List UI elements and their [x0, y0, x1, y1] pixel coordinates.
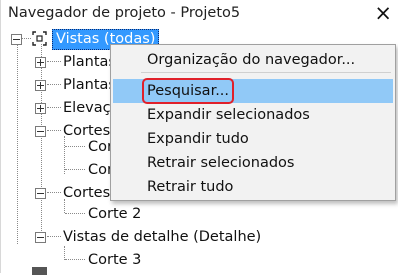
tree-node[interactable]: Corte 3 [1, 249, 161, 272]
project-browser-panel: Navegador de projeto - Projeto5 × Vistas… [0, 0, 398, 275]
menu-item-collapse-selected[interactable]: Retrair selecionados [113, 151, 393, 175]
context-menu: Organização do navegador... Pesquisar...… [110, 44, 396, 201]
menu-item-label: Pesquisar... [141, 78, 235, 104]
tree-label: Plantas [63, 77, 116, 93]
tree-label: Vistas de detalhe (Detalhe) [63, 229, 262, 245]
tree-node[interactable]: Corte 2 [1, 203, 161, 226]
tree-node[interactable]: Plantas [1, 74, 116, 97]
tree-label: Cortes [63, 185, 111, 201]
menu-item-label: Expandir tudo [147, 131, 249, 147]
tree-node[interactable]: Cor [1, 159, 113, 182]
menu-item-expand-selected[interactable]: Expandir selecionados [113, 103, 393, 127]
menu-item-collapse-all[interactable]: Retrair tudo [113, 175, 393, 199]
close-icon[interactable]: × [374, 1, 392, 25]
panel-title: Navegador de projeto - Projeto5 [8, 5, 241, 21]
menu-item-label: Retrair selecionados [147, 155, 295, 171]
tree-node[interactable]: Corte [1, 136, 128, 159]
menu-item-organization[interactable]: Organização do navegador... [113, 48, 393, 72]
menu-item-label: Organização do navegador... [147, 52, 356, 68]
menu-item-label: Retrair tudo [147, 179, 234, 195]
expand-toggle[interactable] [35, 103, 46, 114]
panel-titlebar: Navegador de projeto - Projeto5 × [1, 0, 398, 28]
collapse-toggle[interactable] [35, 188, 46, 199]
sheet-icon [32, 267, 47, 275]
collapse-toggle[interactable] [35, 232, 46, 243]
menu-item-label: Expandir selecionados [147, 107, 310, 123]
tree-node[interactable]: Vistas de detalhe (Detalhe) [1, 226, 261, 249]
tree-node[interactable]: Elevaçõ [1, 97, 119, 120]
expand-toggle[interactable] [35, 57, 46, 68]
tree-label: Plantas [63, 54, 116, 70]
collapse-toggle[interactable] [11, 34, 22, 45]
menu-item-search[interactable]: Pesquisar... [113, 78, 393, 104]
tree-node[interactable]: Cortes [1, 182, 111, 205]
views-icon [32, 31, 47, 46]
tree-node[interactable]: Plantas [1, 51, 116, 74]
tree-label: Corte 3 [88, 252, 142, 268]
menu-item-expand-all[interactable]: Expandir tudo [113, 127, 393, 151]
menu-separator [141, 72, 391, 73]
expand-toggle[interactable] [35, 80, 46, 91]
tree-label: Corte 2 [88, 206, 142, 222]
